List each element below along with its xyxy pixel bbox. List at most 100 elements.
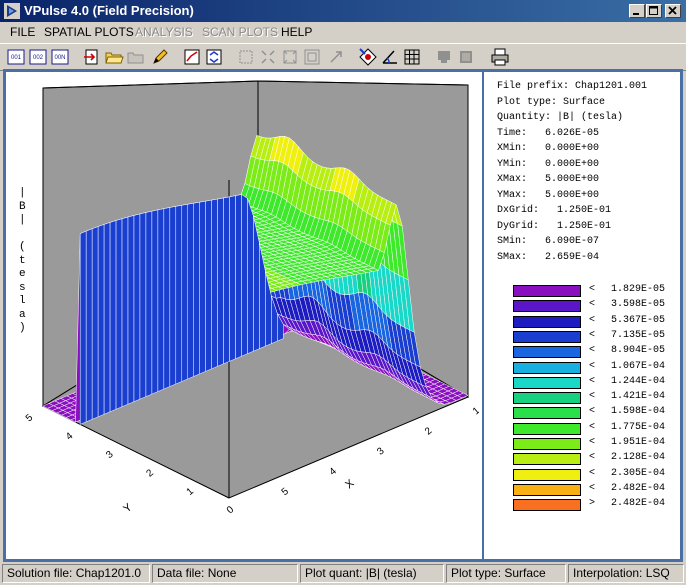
- export-icon: [84, 49, 98, 65]
- load-002-button[interactable]: 002: [28, 47, 48, 67]
- zoom-out-button[interactable]: [280, 47, 300, 67]
- info-line: SMax: 2.659E-04: [497, 251, 600, 263]
- legend-swatch: [513, 453, 581, 466]
- info-line: Plot type: Surface: [497, 96, 606, 108]
- print-button[interactable]: [490, 47, 510, 67]
- left-tick-label: 3: [104, 449, 116, 461]
- window-split-button[interactable]: [434, 47, 454, 67]
- load-00n-button[interactable]: 00N: [50, 47, 70, 67]
- legend-swatch: [513, 483, 581, 496]
- legend-swatch: [513, 315, 581, 328]
- legend-comparator: <: [589, 437, 596, 448]
- cliff-cell: [169, 206, 177, 387]
- legend-swatch: [513, 285, 581, 297]
- grid-button[interactable]: [402, 47, 422, 67]
- angle-button[interactable]: [380, 47, 400, 67]
- cliff-cell: [103, 222, 111, 415]
- legend-swatch: [513, 361, 581, 374]
- load-001-button[interactable]: 001: [6, 47, 26, 67]
- cliff-cell: [109, 220, 117, 413]
- cliff-cell: [223, 196, 230, 365]
- zoom-box-icon: [239, 50, 253, 64]
- legend-comparator: <: [589, 452, 596, 464]
- info-line: YMax: 5.000E+00: [497, 189, 600, 201]
- edit-button[interactable]: [150, 47, 170, 67]
- chart-icon: [184, 49, 200, 65]
- legend-comparator: <: [589, 345, 596, 357]
- replot-button[interactable]: [204, 47, 224, 67]
- y-axis-title-char: B: [19, 200, 26, 213]
- legend-swatch: [513, 392, 581, 405]
- status-bar: Solution file: Chap1201.0 Data file: Non…: [0, 562, 686, 585]
- status-data-file: Data file: None: [152, 564, 298, 583]
- status-solution-file: Solution file: Chap1201.0: [2, 564, 150, 583]
- window-title: VPulse 4.0 (Field Precision): [24, 3, 194, 18]
- legend-comparator: <: [589, 482, 596, 494]
- y-axis-title-char: e: [19, 268, 26, 280]
- minimize-icon: [633, 13, 639, 15]
- cliff-cell: [229, 195, 236, 362]
- cliff-cell: [211, 198, 218, 370]
- save-button[interactable]: [126, 47, 146, 67]
- menu-help[interactable]: HELP: [281, 25, 312, 39]
- legend-value: 7.135E-05: [611, 329, 666, 341]
- right-tick-label: 2: [423, 425, 435, 437]
- menu-analysis[interactable]: ANALYSIS: [135, 25, 193, 39]
- svg-text:001: 001: [11, 55, 22, 61]
- status-plot-type: Plot type: Surface: [446, 564, 566, 583]
- info-panel: File prefix: Chap1201.001 Plot type: Surf…: [484, 72, 680, 559]
- cliff-cell: [187, 202, 194, 380]
- legend-comparator: <: [589, 391, 596, 403]
- maximize-button[interactable]: [646, 4, 662, 18]
- legend-swatch: [513, 438, 581, 450]
- window-full-button[interactable]: [456, 47, 476, 67]
- pencil-icon: [153, 49, 168, 64]
- legend-value: 5.367E-05: [611, 314, 666, 326]
- y-axis-title-char: ): [19, 322, 26, 334]
- cliff-cell: [79, 230, 87, 425]
- minimize-button[interactable]: [629, 4, 645, 18]
- cliff-cell: [247, 198, 254, 355]
- close-button[interactable]: [665, 4, 681, 18]
- open-folder-button[interactable]: [104, 47, 124, 67]
- menu-scan-plots[interactable]: SCAN PLOTS: [202, 25, 278, 39]
- menu-spatial-plots[interactable]: SPATIAL PLOTS: [44, 25, 134, 39]
- cliff-cell: [199, 200, 206, 375]
- legend-comparator: <: [589, 284, 596, 295]
- pan-button[interactable]: [326, 47, 346, 67]
- cliff-cell: [139, 212, 147, 400]
- cliff-cell: [97, 224, 105, 418]
- surface-plot: 5 4 3 2 1 0 1 2 3 4 5 Y X: [24, 80, 479, 516]
- cliff-cell: [181, 203, 188, 382]
- export-button[interactable]: [82, 47, 102, 67]
- legend-comparator: <: [589, 329, 596, 341]
- title-bar: VPulse 4.0 (Field Precision): [0, 0, 686, 22]
- file-001-icon: 001: [7, 49, 25, 65]
- y-axis-label: Y: [121, 501, 135, 515]
- legend-value: 1.829E-05: [611, 284, 666, 295]
- zoom-full-button[interactable]: [302, 47, 322, 67]
- menu-file[interactable]: FILE: [10, 25, 35, 39]
- open-folder-icon: [105, 52, 124, 64]
- y-axis-title-char: (: [19, 241, 26, 253]
- cliff-cell: [163, 207, 171, 390]
- legend-comparator: >: [589, 498, 596, 510]
- info-line: XMin: 0.000E+00: [497, 143, 600, 154]
- plot-window-button[interactable]: [182, 47, 202, 67]
- diagonal-arrow-icon: [330, 51, 342, 63]
- legend-row: <1.829E-05: [513, 284, 683, 297]
- zoom-in-button[interactable]: [258, 47, 278, 67]
- legend-row: <1.951E-04: [513, 437, 683, 450]
- plot-area[interactable]: 5 4 3 2 1 0 1 2 3 4 5 Y X | B | (t e s l a): [6, 72, 482, 559]
- point-probe-button[interactable]: [358, 47, 378, 67]
- probe-icon: [359, 48, 377, 66]
- legend-comparator: <: [589, 467, 596, 479]
- legend-row: <1.775E-04: [513, 422, 683, 435]
- grid-icon: [404, 49, 420, 65]
- zoom-box-button[interactable]: [236, 47, 256, 67]
- legend-comparator: <: [589, 375, 596, 387]
- legend-row: <3.598E-05: [513, 299, 683, 313]
- cliff-cell: [151, 209, 159, 395]
- app-icon: [4, 3, 20, 19]
- svg-text:00N: 00N: [54, 55, 65, 61]
